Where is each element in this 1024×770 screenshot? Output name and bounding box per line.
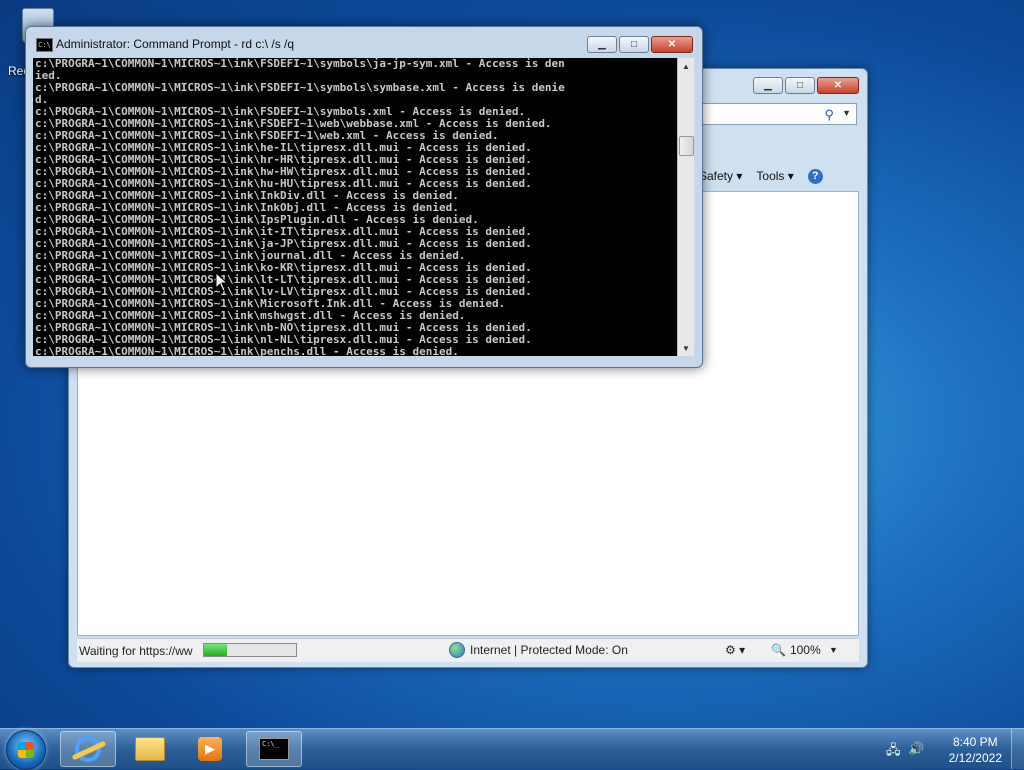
status-text: Waiting for https://ww [79, 644, 193, 658]
cmd-window-title: Administrator: Command Prompt - rd c:\ /… [56, 37, 295, 51]
vertical-scrollbar[interactable]: ▲ ▼ [677, 58, 694, 356]
page-load-progress-bar [203, 643, 297, 657]
taskbar-windows-explorer[interactable] [122, 731, 178, 767]
console-output-area[interactable]: c:\PROGRA~1\COMMON~1\MICROS~1\ink\FSDEFI… [33, 58, 694, 356]
cmd-app-icon[interactable]: C:\ [36, 38, 53, 52]
scroll-up-arrow-icon[interactable]: ▲ [678, 58, 694, 74]
ie-close-button[interactable]: ✕ [817, 77, 859, 94]
clock[interactable]: 8:40 PM 2/12/2022 [949, 734, 1002, 766]
show-desktop-button[interactable] [1011, 729, 1024, 769]
zoom-level: 100% [789, 643, 821, 657]
clock-date: 2/12/2022 [948, 751, 1002, 765]
taskbar: ▶ C:\_ 🖧 🔊 8:40 PM 2/12/2022 [0, 728, 1024, 770]
command-prompt-window: C:\ Administrator: Command Prompt - rd c… [25, 26, 703, 368]
ie-status-bar: Waiting for https://ww Internet | Protec… [77, 638, 859, 662]
taskbar-media-player[interactable]: ▶ [182, 731, 238, 767]
system-tray: 🖧 🔊 8:40 PM 2/12/2022 [884, 729, 1024, 769]
zone-label: Internet | Protected Mode: On [470, 643, 628, 657]
progress-fill [204, 644, 227, 656]
globe-icon [449, 642, 465, 658]
clock-time: 8:40 PM [952, 735, 998, 749]
cmd-close-button[interactable]: ✕ [651, 36, 693, 53]
ie-window-controls: ▁ □ ✕ [753, 77, 859, 94]
ie-maximize-button[interactable]: □ [785, 77, 815, 94]
volume-icon[interactable]: 🔊 [908, 741, 924, 757]
zoom-icon: 🔍 [771, 643, 786, 657]
zoom-control[interactable]: 🔍 100% [771, 643, 821, 657]
windows-logo-icon [18, 742, 34, 758]
taskbar-internet-explorer[interactable] [60, 731, 116, 767]
help-icon[interactable]: ? [807, 168, 823, 184]
taskbar-command-prompt[interactable]: C:\_ [246, 731, 302, 767]
cmd-maximize-button[interactable]: □ [619, 36, 649, 53]
ie-command-bar: Safety ▾ Tools ▾ ? [699, 165, 823, 187]
console-text: c:\PROGRA~1\COMMON~1\MICROS~1\ink\FSDEFI… [35, 58, 565, 356]
safety-menu[interactable]: Safety ▾ [699, 169, 742, 183]
security-zone[interactable]: Internet | Protected Mode: On [449, 642, 628, 658]
ie-search-box[interactable]: ⚲ ▼ [699, 103, 857, 125]
tools-menu[interactable]: Tools ▾ [756, 169, 793, 183]
network-icon[interactable]: 🖧 [886, 741, 901, 763]
cmd-window-controls: ▁ □ ✕ [587, 36, 693, 53]
command-prompt-icon: C:\_ [259, 738, 289, 760]
start-button[interactable] [6, 730, 46, 770]
internet-explorer-icon [75, 736, 101, 762]
scroll-down-arrow-icon[interactable]: ▼ [678, 340, 694, 356]
cmd-minimize-button[interactable]: ▁ [587, 36, 617, 53]
ie-minimize-button[interactable]: ▁ [753, 77, 783, 94]
chevron-down-icon[interactable]: ▼ [842, 108, 851, 118]
scrollbar-thumb[interactable] [679, 136, 694, 156]
search-icon[interactable]: ⚲ [824, 107, 834, 123]
zoom-dropdown-icon[interactable]: ▼ [829, 645, 838, 655]
media-player-icon: ▶ [198, 737, 222, 761]
security-settings-icon[interactable]: ⚙ ▾ [725, 643, 745, 657]
folder-icon [135, 737, 165, 761]
cmd-title-bar[interactable]: C:\ Administrator: Command Prompt - rd c… [26, 27, 702, 57]
